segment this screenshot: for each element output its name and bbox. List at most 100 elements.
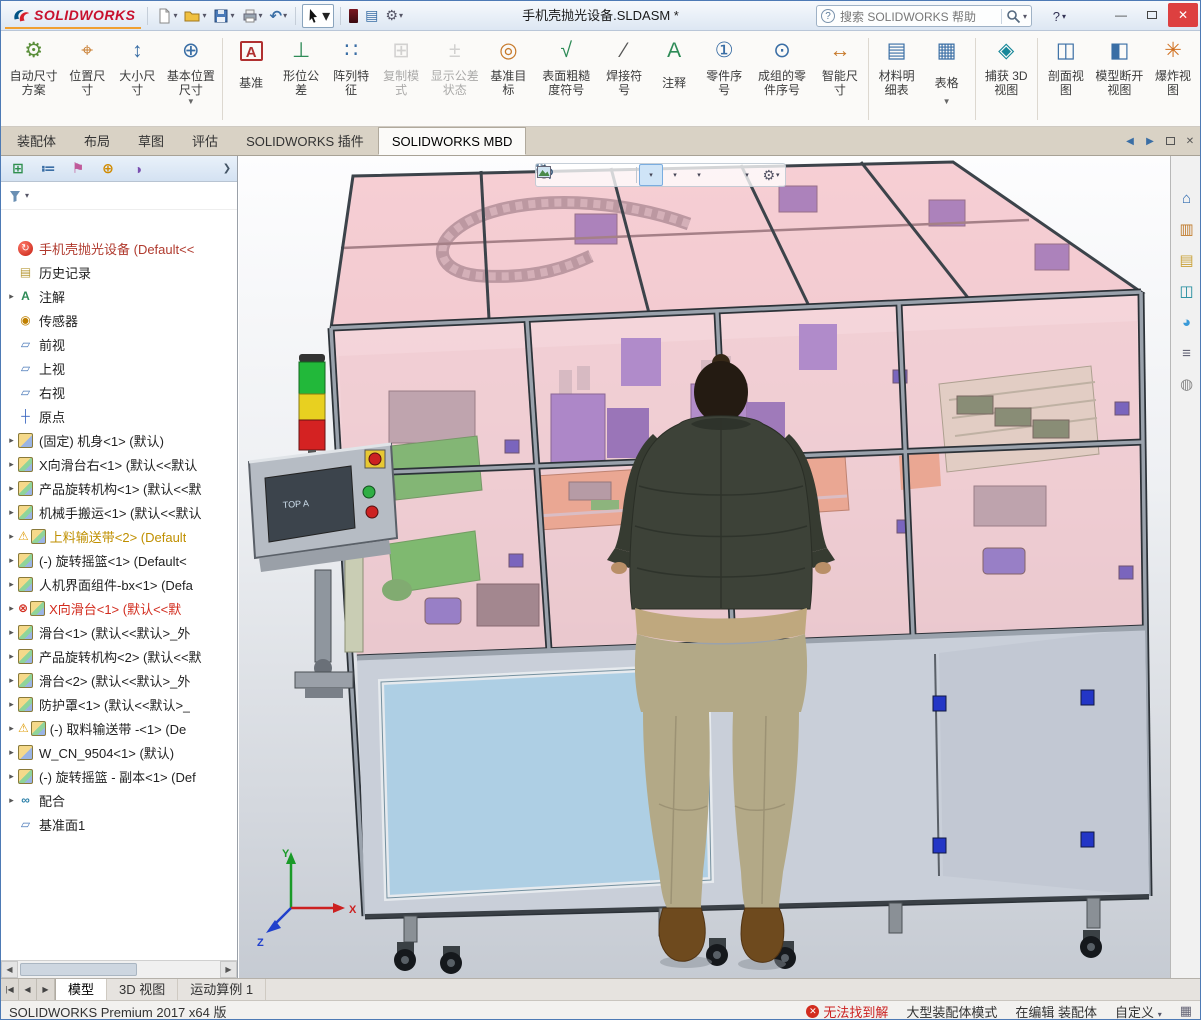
expand-arrow-icon[interactable]: ▸ (5, 435, 18, 446)
custom-properties-icon[interactable] (1175, 341, 1199, 365)
tree-item-slide-2[interactable]: ▸ 滑台<2> (默认<<默认>_外 (1, 668, 237, 692)
edit-appearance-button[interactable] (537, 164, 735, 186)
tab-scroll-right-icon[interactable]: ▶ (37, 979, 55, 1000)
expand-arrow-icon[interactable]: ▸ (5, 627, 18, 638)
graphics-area[interactable]: TOP A Y X Z ▾ ▾ ▾ ▾ ⚙ ▾ (239, 156, 1170, 978)
solidworks-resources-icon[interactable] (1175, 186, 1199, 210)
tree-item-mates[interactable]: ▸ 配合 (1, 788, 237, 812)
undo-button[interactable]: ↶ ▾ (268, 5, 290, 27)
auto-dimension-scheme-button[interactable]: ⚙ 自动尺寸方案 (5, 33, 62, 125)
3d-viewport[interactable]: TOP A Y X Z (239, 156, 1170, 978)
expand-arrow-icon[interactable]: ▸ (5, 771, 18, 782)
tab-motion-study-1[interactable]: 运动算例 1 (178, 979, 267, 1000)
customize-menu[interactable]: 自定义 ▾ (1115, 1002, 1162, 1020)
pattern-feature-button[interactable]: ∷ 阵列特征 (326, 33, 376, 125)
zoom-to-area-button[interactable] (536, 164, 586, 186)
tree-item-robot-handler[interactable]: ▸ 机械手搬运<1> (默认<<默认 (1, 500, 237, 524)
featuremanager-design-tree-tab[interactable] (3, 157, 33, 181)
search-submit-button[interactable]: ▾ (1000, 8, 1027, 24)
tree-item-hmi-component[interactable]: ▸ 人机界面组件-bx<1> (Defa (1, 572, 237, 596)
tree-item-rotary-cradle-copy[interactable]: ▸ (-) 旋转摇篮 - 副本<1> (Def (1, 764, 237, 788)
propertymanager-tab[interactable] (33, 157, 63, 181)
signal-tower[interactable] (298, 354, 326, 464)
tab-model[interactable]: 模型 (55, 979, 108, 1000)
tree-item-top-plane[interactable]: 上视 (1, 356, 237, 380)
location-dimension-button[interactable]: ⌖ 位置尺寸 (62, 33, 112, 125)
tree-item-guard-cover[interactable]: ▸ 防护罩<1> (默认<<默认>_ (1, 692, 237, 716)
bill-of-materials-button[interactable]: ▤ 材料明细表 (872, 33, 922, 125)
tab-solidworks-mbd[interactable]: SOLIDWORKS MBD (377, 127, 527, 155)
view-palette-icon[interactable] (1175, 279, 1199, 303)
table-button[interactable]: ▤ (363, 5, 380, 27)
pane-expand-button[interactable] (1160, 127, 1180, 155)
start-button[interactable] (362, 485, 376, 499)
tree-item-annotations[interactable]: ▸ 注解 (1, 284, 237, 308)
file-explorer-icon[interactable] (1175, 248, 1199, 272)
panel-pole[interactable] (314, 569, 332, 663)
emergency-stop-button[interactable] (368, 452, 382, 466)
pane-close-button[interactable]: ✕ (1180, 127, 1200, 155)
expand-arrow-icon[interactable]: ▸ (5, 555, 18, 566)
tree-item-rotator-1[interactable]: ▸ 产品旋转机构<1> (默认<<默 (1, 476, 237, 500)
expand-arrow-icon[interactable]: ▸ (5, 747, 18, 758)
tab-sketch[interactable]: 草图 (124, 127, 178, 155)
open-document-button[interactable]: ▾ (182, 5, 208, 27)
minimize-button[interactable]: — (1106, 3, 1136, 27)
expand-arrow-icon[interactable]: ▸ (5, 795, 18, 806)
help-search-box[interactable]: ? 搜索 SOLIDWORKS 帮助 ▾ (816, 5, 1032, 27)
tree-item-chassis[interactable]: ▸ (固定) 机身<1> (默认) (1, 428, 237, 452)
tab-3d-views[interactable]: 3D 视图 (107, 979, 179, 1000)
tab-scroll-left-icon[interactable]: ◀ (19, 979, 37, 1000)
print-button[interactable]: ▾ (240, 5, 265, 27)
view-orientation-button[interactable]: ▾ (538, 164, 663, 186)
tree-item-feed-conveyor[interactable]: ▸ ⚠ 上料输送带<2> (Default (1, 524, 237, 548)
pane-toggle-icon[interactable]: ▦ (1180, 1003, 1192, 1019)
capture-3d-view-button[interactable]: ◈ 捕获 3D 视图 (978, 33, 1034, 125)
datum-button[interactable]: A 基准 (226, 33, 276, 125)
pane-forward-button[interactable]: ▶ (1140, 127, 1160, 155)
configurationmanager-tab[interactable] (63, 157, 93, 181)
tree-item-slide-1[interactable]: ▸ 滑台<1> (默认<<默认>_外 (1, 620, 237, 644)
tab-evaluate[interactable]: 评估 (178, 127, 232, 155)
select-tool-button[interactable]: ▾ (302, 3, 335, 28)
datum-target-button[interactable]: ◎ 基准目标 (483, 33, 533, 125)
geometric-tolerance-button[interactable]: ⊥ 形位公差 (276, 33, 326, 125)
hide-show-items-button[interactable]: ▾ (537, 164, 711, 186)
tree-item-origin[interactable]: 原点 (1, 404, 237, 428)
tree-item-rotary-cradle-1[interactable]: ▸ (-) 旋转摇篮<1> (Default< (1, 548, 237, 572)
tree-item-rotator-2[interactable]: ▸ 产品旋转机构<2> (默认<<默 (1, 644, 237, 668)
view-settings-button[interactable]: ⚙ ▾ (759, 164, 783, 186)
tree-item-right-plane[interactable]: 右视 (1, 380, 237, 404)
weld-symbol-button[interactable]: ∕ 焊接符号 (599, 33, 649, 125)
expand-arrow-icon[interactable]: ▸ (5, 603, 18, 614)
close-button[interactable]: ✕ (1168, 3, 1198, 27)
expand-arrow-icon[interactable]: ▸ (5, 723, 18, 734)
section-view-button[interactable]: ◫ 剖面视图 (1041, 33, 1091, 125)
expand-arrow-icon[interactable]: ▸ (5, 699, 18, 710)
section-view-button-hud[interactable] (537, 164, 634, 186)
solve-error-status[interactable]: ✕ 无法找到解 (806, 1002, 888, 1019)
tree-item-plane1[interactable]: 基准面1 (1, 812, 237, 836)
displaymanager-tab[interactable] (123, 157, 153, 181)
expand-arrow-icon[interactable]: ▸ (5, 579, 18, 590)
tree-item-mannequin[interactable]: ▸ W_CN_9504<1> (默认) (1, 740, 237, 764)
help-button[interactable]: ? ▾ (1047, 5, 1072, 27)
expand-arrow-icon[interactable]: ▸ (5, 507, 18, 518)
dimxpertmanager-tab[interactable] (93, 157, 123, 181)
exploded-view-button[interactable]: ✳ 爆炸视图 (1148, 33, 1198, 125)
expand-arrow-icon[interactable]: ▸ (5, 531, 18, 542)
smart-dimension-button[interactable]: ↔ 智能尺寸 (815, 33, 865, 125)
tree-item-sensors[interactable]: 传感器 (1, 308, 237, 332)
stacked-balloon-button[interactable]: ⊙ 成组的零件序号 (749, 33, 815, 125)
color-swatch-button[interactable] (347, 5, 360, 27)
tree-item-x-slide-right[interactable]: ▸ X向滑台右<1> (默认<<默认 (1, 452, 237, 476)
tab-solidworks-addins[interactable]: SOLIDWORKS 插件 (232, 127, 378, 155)
stop-button[interactable] (365, 505, 379, 519)
tree-horizontal-scrollbar[interactable]: ◀ ▶ (1, 960, 237, 978)
expand-arrow-icon[interactable]: ▸ (5, 675, 18, 686)
note-button[interactable]: A 注释 (649, 33, 699, 125)
tree-item-root[interactable]: 手机壳抛光设备 (Default<< (1, 236, 237, 260)
display-style-button[interactable]: ▾ (538, 164, 687, 186)
previous-view-button[interactable] (538, 164, 610, 186)
apply-scene-button[interactable]: ▾ (537, 164, 759, 186)
